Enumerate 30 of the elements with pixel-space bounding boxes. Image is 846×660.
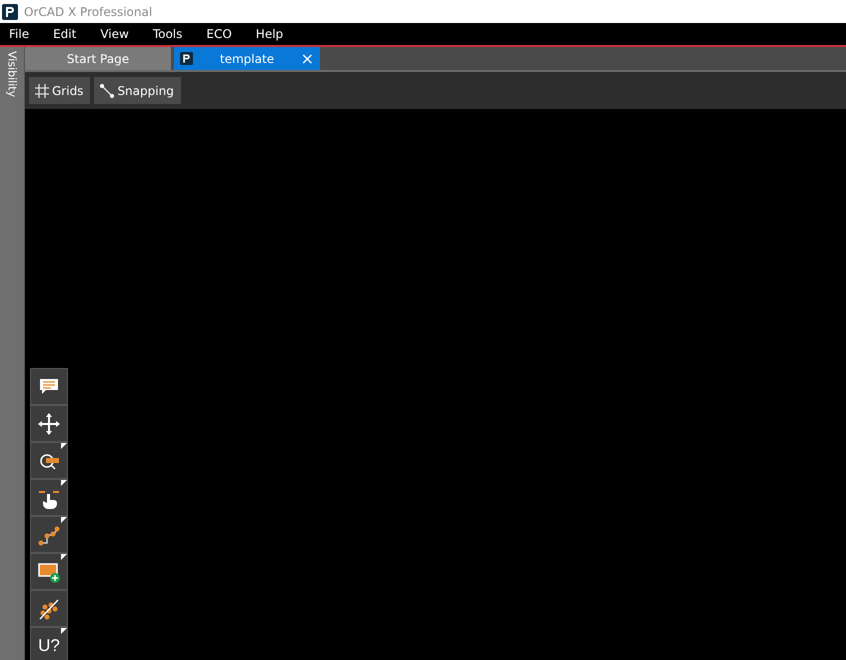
tool-button[interactable] [30, 442, 68, 479]
flyout-arrow-icon [61, 628, 67, 634]
close-button[interactable]: × [300, 50, 314, 66]
flyout-arrow-icon [61, 480, 67, 486]
side-panel-tab[interactable]: Visibility [0, 47, 25, 660]
tool-button[interactable] [30, 553, 68, 590]
menu-item[interactable]: Help [248, 27, 290, 41]
flyout-arrow-icon [61, 554, 67, 560]
menu-item[interactable]: File [2, 27, 36, 41]
menu-item[interactable]: Edit [46, 27, 84, 41]
document-tab[interactable]: template × [174, 47, 320, 70]
toolbar-button[interactable]: Snapping [94, 77, 181, 104]
tool-button[interactable] [30, 590, 68, 627]
menu-item[interactable]: Tools [146, 27, 190, 41]
toolbar-button[interactable]: Grids [29, 77, 90, 104]
move-arrows-icon [37, 412, 61, 436]
line-segment-icon [99, 82, 116, 98]
flyout-arrow-icon [61, 517, 67, 523]
tool-button[interactable]: U? [30, 627, 68, 660]
menu-item[interactable]: View [93, 27, 136, 41]
grid-icon [34, 82, 50, 98]
tool-button[interactable] [30, 405, 68, 442]
flyout-arrow-icon [61, 443, 67, 449]
tool-button[interactable] [30, 368, 68, 405]
document-tab[interactable]: Start Page [25, 47, 171, 70]
menu-item[interactable]: ECO [199, 27, 239, 41]
tool-button[interactable] [30, 516, 68, 553]
window-title: OrCAD X Professional [24, 4, 152, 18]
document-icon [180, 52, 193, 65]
tool-button[interactable] [30, 479, 68, 516]
